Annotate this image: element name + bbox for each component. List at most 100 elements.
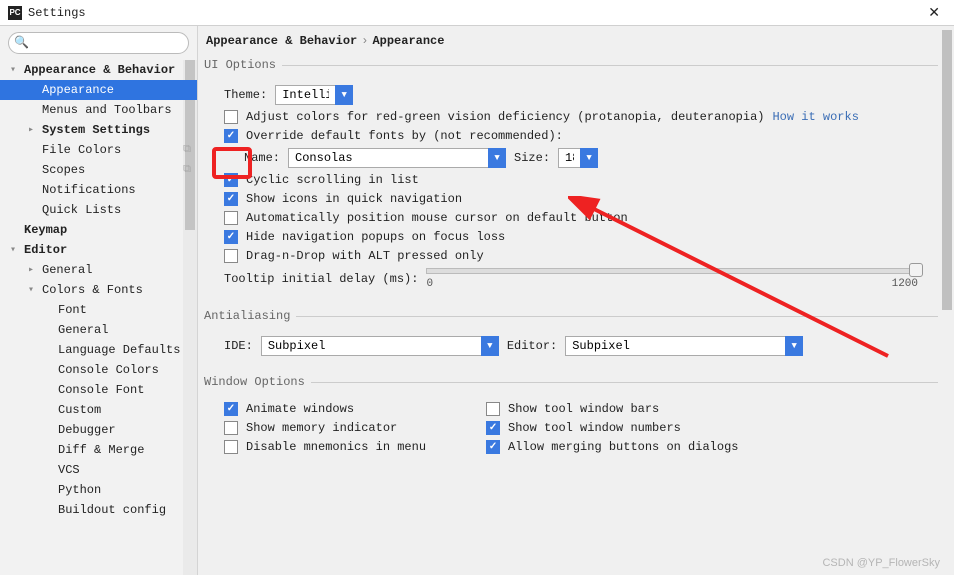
animate-checkbox[interactable] bbox=[224, 402, 238, 416]
sidebar-item-vcs[interactable]: VCS bbox=[0, 460, 197, 480]
window-title: Settings bbox=[28, 6, 86, 20]
copy-icon: ⧉ bbox=[183, 164, 191, 176]
editor-aa-combo[interactable]: ▼ bbox=[565, 336, 803, 356]
tooltip-delay-slider[interactable]: 01200 bbox=[426, 268, 938, 290]
chevron-down-icon: ▼ bbox=[335, 85, 353, 105]
ui-options-group: UI Options Theme: ▼ Adjust colors for re… bbox=[204, 58, 938, 295]
titlebar: PC Settings ✕ bbox=[0, 0, 954, 26]
sidebar-item-custom[interactable]: Custom bbox=[0, 400, 197, 420]
sidebar-item-label: VCS bbox=[56, 463, 80, 477]
sidebar-item-appearance-behavior[interactable]: ▾Appearance & Behavior bbox=[0, 60, 197, 80]
sidebar-item-label: Console Colors bbox=[56, 363, 159, 377]
font-name-label: Name: bbox=[244, 151, 280, 165]
font-name-combo[interactable]: ▼ bbox=[288, 148, 506, 168]
sidebar-item-label: Buildout config bbox=[56, 503, 166, 517]
sidebar-item-label: Custom bbox=[56, 403, 101, 417]
sidebar-item-label: Language Defaults bbox=[56, 343, 180, 357]
sidebar-item-font[interactable]: Font bbox=[0, 300, 197, 320]
search-input[interactable] bbox=[8, 32, 189, 54]
tree-arrow-icon: ▸ bbox=[28, 264, 40, 276]
sidebar-item-notifications[interactable]: Notifications bbox=[0, 180, 197, 200]
slider-thumb bbox=[909, 263, 923, 277]
sidebar-item-label: Debugger bbox=[56, 423, 116, 437]
sidebar-item-label: File Colors bbox=[40, 143, 121, 157]
sidebar-item-debugger[interactable]: Debugger bbox=[0, 420, 197, 440]
chevron-down-icon: ▼ bbox=[481, 336, 499, 356]
sidebar-item-general[interactable]: ▸General bbox=[0, 260, 197, 280]
font-size-label: Size: bbox=[514, 151, 550, 165]
sidebar-item-label: Keymap bbox=[22, 223, 67, 237]
drag-alt-checkbox[interactable] bbox=[224, 249, 238, 263]
tooltip-delay-label: Tooltip initial delay (ms): bbox=[224, 272, 418, 286]
sidebar-item-language-defaults[interactable]: Language Defaults bbox=[0, 340, 197, 360]
memory-checkbox[interactable] bbox=[224, 421, 238, 435]
sidebar-item-keymap[interactable]: Keymap bbox=[0, 220, 197, 240]
sidebar-item-label: Scopes bbox=[40, 163, 85, 177]
sidebar-item-label: Quick Lists bbox=[40, 203, 121, 217]
sidebar-item-label: Menus and Toolbars bbox=[40, 103, 172, 117]
chevron-down-icon: ▼ bbox=[488, 148, 506, 168]
sidebar-item-console-font[interactable]: Console Font bbox=[0, 380, 197, 400]
theme-label: Theme: bbox=[224, 88, 267, 102]
ide-aa-combo[interactable]: ▼ bbox=[261, 336, 499, 356]
sidebar-item-label: General bbox=[56, 323, 108, 337]
search-icon: 🔍 bbox=[14, 35, 29, 50]
mnemonics-checkbox[interactable] bbox=[224, 440, 238, 454]
sidebar-item-label: Appearance & Behavior bbox=[22, 63, 175, 77]
sidebar-item-scopes[interactable]: Scopes ⧉ bbox=[0, 160, 197, 180]
sidebar-tree: ▾Appearance & BehaviorAppearanceMenus an… bbox=[0, 60, 197, 575]
sidebar-item-label: Font bbox=[56, 303, 87, 317]
sidebar-item-system-settings[interactable]: ▸System Settings bbox=[0, 120, 197, 140]
sidebar-item-label: Console Font bbox=[56, 383, 144, 397]
sidebar-item-file-colors[interactable]: File Colors ⧉ bbox=[0, 140, 197, 160]
merge-checkbox[interactable] bbox=[486, 440, 500, 454]
sidebar-item-diff-merge[interactable]: Diff & Merge bbox=[0, 440, 197, 460]
editor-aa-label: Editor: bbox=[507, 339, 557, 353]
toolnums-checkbox[interactable] bbox=[486, 421, 500, 435]
sidebar-item-console-colors[interactable]: Console Colors bbox=[0, 360, 197, 380]
adjust-colors-checkbox[interactable] bbox=[224, 110, 238, 124]
show-icons-checkbox[interactable] bbox=[224, 192, 238, 206]
override-fonts-checkbox[interactable] bbox=[224, 129, 238, 143]
breadcrumb: Appearance & Behavior›Appearance bbox=[204, 32, 938, 58]
watermark: CSDN @YP_FlowerSky bbox=[822, 557, 940, 569]
sidebar-item-appearance[interactable]: Appearance bbox=[0, 80, 197, 100]
sidebar-item-label: Diff & Merge bbox=[56, 443, 144, 457]
ide-aa-label: IDE: bbox=[224, 339, 253, 353]
theme-combo[interactable]: ▼ bbox=[275, 85, 353, 105]
font-size-combo[interactable]: ▼ bbox=[558, 148, 598, 168]
sidebar-item-menus-and-toolbars[interactable]: Menus and Toolbars bbox=[0, 100, 197, 120]
sidebar-item-buildout-config[interactable]: Buildout config bbox=[0, 500, 197, 520]
sidebar: 🔍 ▾Appearance & BehaviorAppearanceMenus … bbox=[0, 26, 198, 575]
close-icon[interactable]: ✕ bbox=[922, 2, 946, 23]
how-it-works-link[interactable]: How it works bbox=[772, 110, 858, 124]
chevron-down-icon: ▼ bbox=[785, 336, 803, 356]
sidebar-item-colors-fonts[interactable]: ▾Colors & Fonts bbox=[0, 280, 197, 300]
tree-arrow-icon: ▾ bbox=[10, 244, 22, 256]
main-panel: Appearance & Behavior›Appearance UI Opti… bbox=[198, 26, 954, 575]
sidebar-item-editor[interactable]: ▾Editor bbox=[0, 240, 197, 260]
window-options-group: Window Options Animate windows Show memo… bbox=[204, 375, 938, 459]
auto-mouse-checkbox[interactable] bbox=[224, 211, 238, 225]
sidebar-item-label: Python bbox=[56, 483, 101, 497]
sidebar-item-python[interactable]: Python bbox=[0, 480, 197, 500]
copy-icon: ⧉ bbox=[183, 144, 191, 156]
tree-arrow-icon: ▸ bbox=[28, 124, 40, 136]
toolbars-checkbox[interactable] bbox=[486, 402, 500, 416]
app-icon: PC bbox=[8, 6, 22, 20]
tree-arrow-icon: ▾ bbox=[28, 284, 40, 296]
hide-nav-checkbox[interactable] bbox=[224, 230, 238, 244]
antialiasing-group: Antialiasing IDE: ▼ Editor: ▼ bbox=[204, 309, 938, 361]
sidebar-item-label: System Settings bbox=[40, 123, 150, 137]
sidebar-item-label: Colors & Fonts bbox=[40, 283, 143, 297]
cyclic-checkbox[interactable] bbox=[224, 173, 238, 187]
tree-arrow-icon: ▾ bbox=[10, 64, 22, 76]
sidebar-item-label: Appearance bbox=[40, 83, 114, 97]
main-scrollbar[interactable] bbox=[940, 30, 954, 571]
sidebar-item-quick-lists[interactable]: Quick Lists bbox=[0, 200, 197, 220]
sidebar-item-label: Editor bbox=[22, 243, 67, 257]
sidebar-item-label: Notifications bbox=[40, 183, 136, 197]
sidebar-item-general[interactable]: General bbox=[0, 320, 197, 340]
chevron-down-icon: ▼ bbox=[580, 148, 598, 168]
sidebar-item-label: General bbox=[40, 263, 92, 277]
